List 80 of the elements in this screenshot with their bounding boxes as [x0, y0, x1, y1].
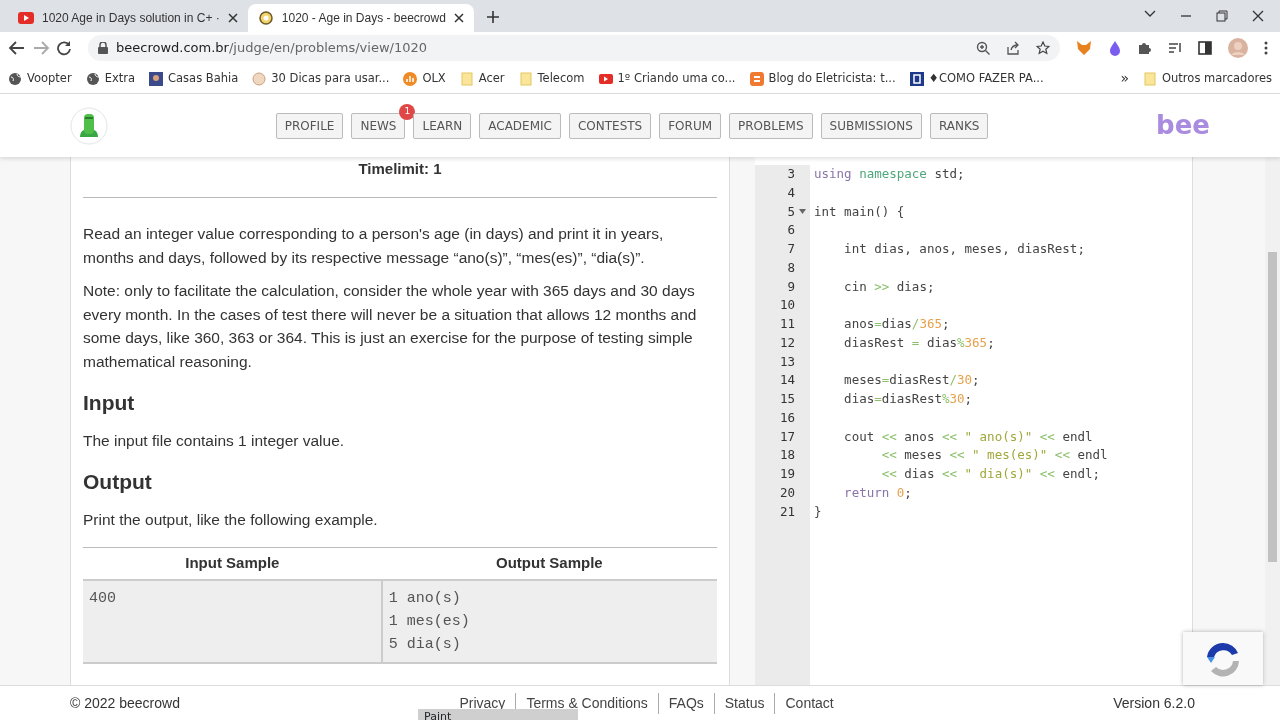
code-line: meses=diasRest/30; — [843, 371, 980, 390]
line-number: 9 — [786, 277, 795, 296]
address-bar[interactable]: beecrowd.com.br/judge/en/problems/view/1020 — [88, 35, 1060, 61]
sample-line: 400 — [89, 588, 117, 609]
bookmark[interactable]: Voopter — [8, 69, 72, 88]
line-number: 20 — [778, 483, 795, 502]
line-number: 12 — [778, 333, 795, 352]
paragraph: The input file contains 1 integer value. — [83, 430, 346, 451]
bookmark[interactable]: 30 Dicas para usar... — [252, 69, 390, 88]
paragraph: Print the output, like the following example. — [83, 509, 379, 530]
more-bookmarks-button[interactable]: » — [1120, 68, 1129, 89]
nav-button[interactable]: FORUM — [659, 112, 722, 139]
nav-button[interactable]: LEARN — [413, 112, 472, 139]
code-line: cout << anos << " ano(s)" << endl — [843, 427, 1093, 446]
bookmark[interactable]: 1º Criando uma co... — [598, 69, 736, 88]
section-heading: Output — [83, 469, 153, 495]
sample-line: 1 mes(es) — [388, 611, 471, 632]
line-number: 14 — [778, 371, 795, 390]
footer-link[interactable]: Status — [713, 692, 765, 714]
bookmark[interactable]: ♦COMO FAZER PA... — [909, 69, 1044, 88]
paragraph: Note: only to facilitate the calculation, consider the whole year with 365 days and 30 days every month. In the cases of test there will never be a situation that allows 12 months and some days, like 360, 363 or 364. This is just an exercise for the purpose of testing simple mathematical reasoning. — [83, 281, 698, 372]
code-line: diasRest = dias%365; — [843, 333, 995, 352]
code-line: using namespace std; — [814, 165, 965, 183]
bookmark[interactable]: Acer — [459, 69, 505, 88]
bookmark[interactable]: Casas Bahia — [149, 69, 239, 88]
nav-button[interactable]: CONTESTS — [568, 112, 652, 139]
code-line: << meses << " mes(es)" << endl — [880, 446, 1108, 465]
line-number: 11 — [778, 315, 795, 333]
line-number: 7 — [786, 240, 795, 258]
tab-title: 1020 Age in Days solution in C+ · — [42, 10, 220, 27]
code-line: return 0; — [843, 483, 912, 502]
code-line: << dias << " dia(s)" << endl; — [880, 465, 1101, 483]
paragraph: Read an integer value corresponding to a person's age (in days) and print it in years, months and days, followed by its respective message “ano(s)”, “mes(es)”, “dia(s)”. — [83, 224, 665, 268]
nav-button[interactable]: SUBMISSIONS — [820, 112, 922, 139]
bookmark-folder[interactable]: Outros marcadores — [1143, 69, 1272, 88]
code-line: int dias, anos, meses, diasRest; — [843, 240, 1085, 258]
browser-tab[interactable]: 1020 Age in Days solution in C+ · — [8, 4, 248, 32]
sample-line: 5 dia(s) — [388, 634, 462, 655]
bookmark[interactable]: Blog do Eletricista: t... — [749, 69, 896, 88]
code-line: int main() { — [814, 202, 905, 221]
column-header: Output Sample — [381, 547, 717, 580]
code-line: cin >> dias; — [843, 277, 935, 296]
footer-link[interactable]: Contact — [774, 692, 834, 714]
line-number: 4 — [786, 183, 795, 202]
nav-button[interactable]: PROBLEMS — [729, 112, 813, 139]
line-number: 10 — [778, 296, 795, 315]
nav-button[interactable]: NEWS — [351, 112, 406, 139]
line-number: 19 — [778, 465, 795, 483]
bookmark[interactable]: OLX — [403, 69, 446, 88]
line-number: 15 — [778, 390, 795, 408]
bookmark[interactable]: Telecom — [518, 69, 585, 88]
code-line: anos=dias/365; — [843, 315, 950, 333]
line-number: 21 — [778, 502, 795, 521]
line-number: 16 — [778, 408, 795, 427]
bookmark[interactable]: Extra — [85, 69, 136, 88]
nav-button[interactable]: RANKS — [929, 112, 989, 139]
line-number: 8 — [786, 258, 795, 277]
time-limit: Timelimit: 1 — [358, 160, 442, 177]
notification-badge: 1 — [399, 103, 416, 120]
line-number: 5 — [786, 202, 795, 221]
line-number: 18 — [778, 446, 795, 465]
paint-preview-tooltip[interactable]: Paint — [418, 709, 578, 720]
column-header: Input Sample — [83, 547, 382, 580]
line-number: 6 — [786, 221, 795, 240]
tab-title: 1020 - Age in Days - beecrowd — [281, 10, 446, 27]
line-number: 17 — [778, 427, 795, 446]
nav-button[interactable]: ACADEMIC — [479, 112, 561, 139]
section-heading: Input — [83, 390, 136, 416]
line-number: 3 — [786, 165, 795, 183]
code-line: } — [814, 502, 822, 521]
preview-title: Paint — [424, 710, 452, 720]
copyright-text: © 2022 beecrowd — [70, 693, 180, 713]
nav-button[interactable]: PROFILE — [275, 112, 344, 139]
code-line: dias=diasRest%30; — [843, 390, 973, 408]
sample-line: 1 ano(s) — [388, 588, 462, 609]
version-text: Version 6.2.0 — [1113, 693, 1195, 713]
browser-tab[interactable]: 1020 - Age in Days - beecrowd — [247, 4, 474, 32]
line-number: 13 — [778, 352, 795, 371]
footer-link[interactable]: FAQs — [657, 692, 704, 714]
url-text: beecrowd.com.br/judge/en/problems/view/1020 — [116, 39, 427, 58]
